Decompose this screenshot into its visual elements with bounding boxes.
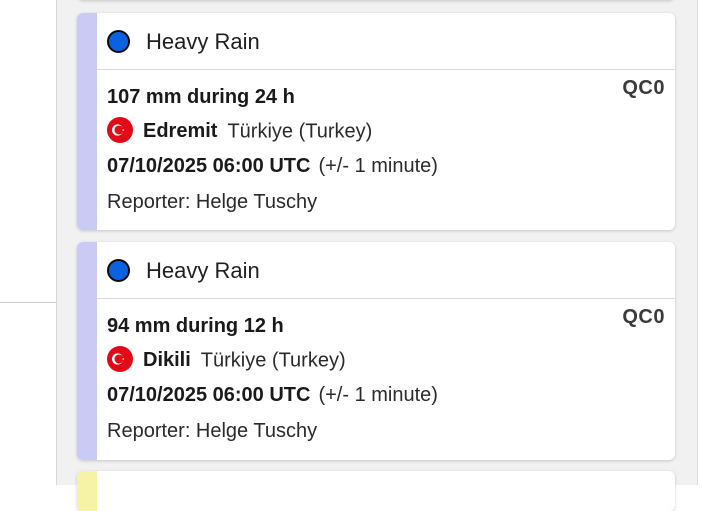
event-time: 07/10/2025 06:00 UTC — [107, 384, 311, 406]
event-time: 07/10/2025 06:00 UTC — [107, 155, 311, 177]
event-type: Heavy Rain — [146, 29, 260, 54]
place-name[interactable]: Edremit — [143, 120, 217, 142]
country-name: Türkiye (Turkey) — [200, 349, 346, 372]
reporter: Reporter: Helge Tuschy — [107, 191, 318, 213]
event-type: Heavy Rain — [146, 258, 260, 283]
location-row: Dikili Türkiye (Turkey) — [107, 346, 346, 374]
severity-stripe — [77, 13, 97, 230]
report-card[interactable]: Heavy Rain QC0 94 mm during 12 h Dikili T… — [77, 242, 675, 460]
blue-circle-icon — [107, 30, 130, 53]
amount: 107 mm during 24 h — [107, 86, 295, 108]
card-header: Heavy Rain — [97, 13, 675, 70]
report-card[interactable]: Heavy Rain QC0 107 mm during 24 h Edremi… — [77, 13, 675, 230]
turkey-flag-icon — [107, 117, 133, 143]
qc-badge: QC0 — [622, 77, 665, 99]
time-row: 07/10/2025 06:00 UTC (+/- 1 minute) — [107, 383, 438, 407]
country-name: Türkiye (Turkey) — [227, 120, 373, 143]
severity-stripe — [77, 242, 97, 460]
scrollbar[interactable] — [697, 0, 720, 485]
place-name[interactable]: Dikili — [143, 349, 191, 371]
map-pane — [0, 0, 56, 485]
divider — [0, 302, 56, 303]
time-row: 07/10/2025 06:00 UTC (+/- 1 minute) — [107, 154, 438, 178]
location-row: Edremit Türkiye (Turkey) — [107, 117, 373, 145]
reporter: Reporter: Helge Tuschy — [107, 420, 318, 442]
turkey-flag-icon — [107, 346, 133, 372]
severity-stripe — [77, 471, 97, 511]
card-header: Heavy Rain — [97, 242, 675, 299]
time-uncertainty: (+/- 1 minute) — [318, 155, 438, 177]
blue-circle-icon — [107, 259, 130, 282]
report-card-next[interactable] — [77, 471, 675, 511]
amount: 94 mm during 12 h — [107, 315, 284, 337]
qc-badge: QC0 — [622, 306, 665, 328]
time-uncertainty: (+/- 1 minute) — [318, 384, 438, 406]
